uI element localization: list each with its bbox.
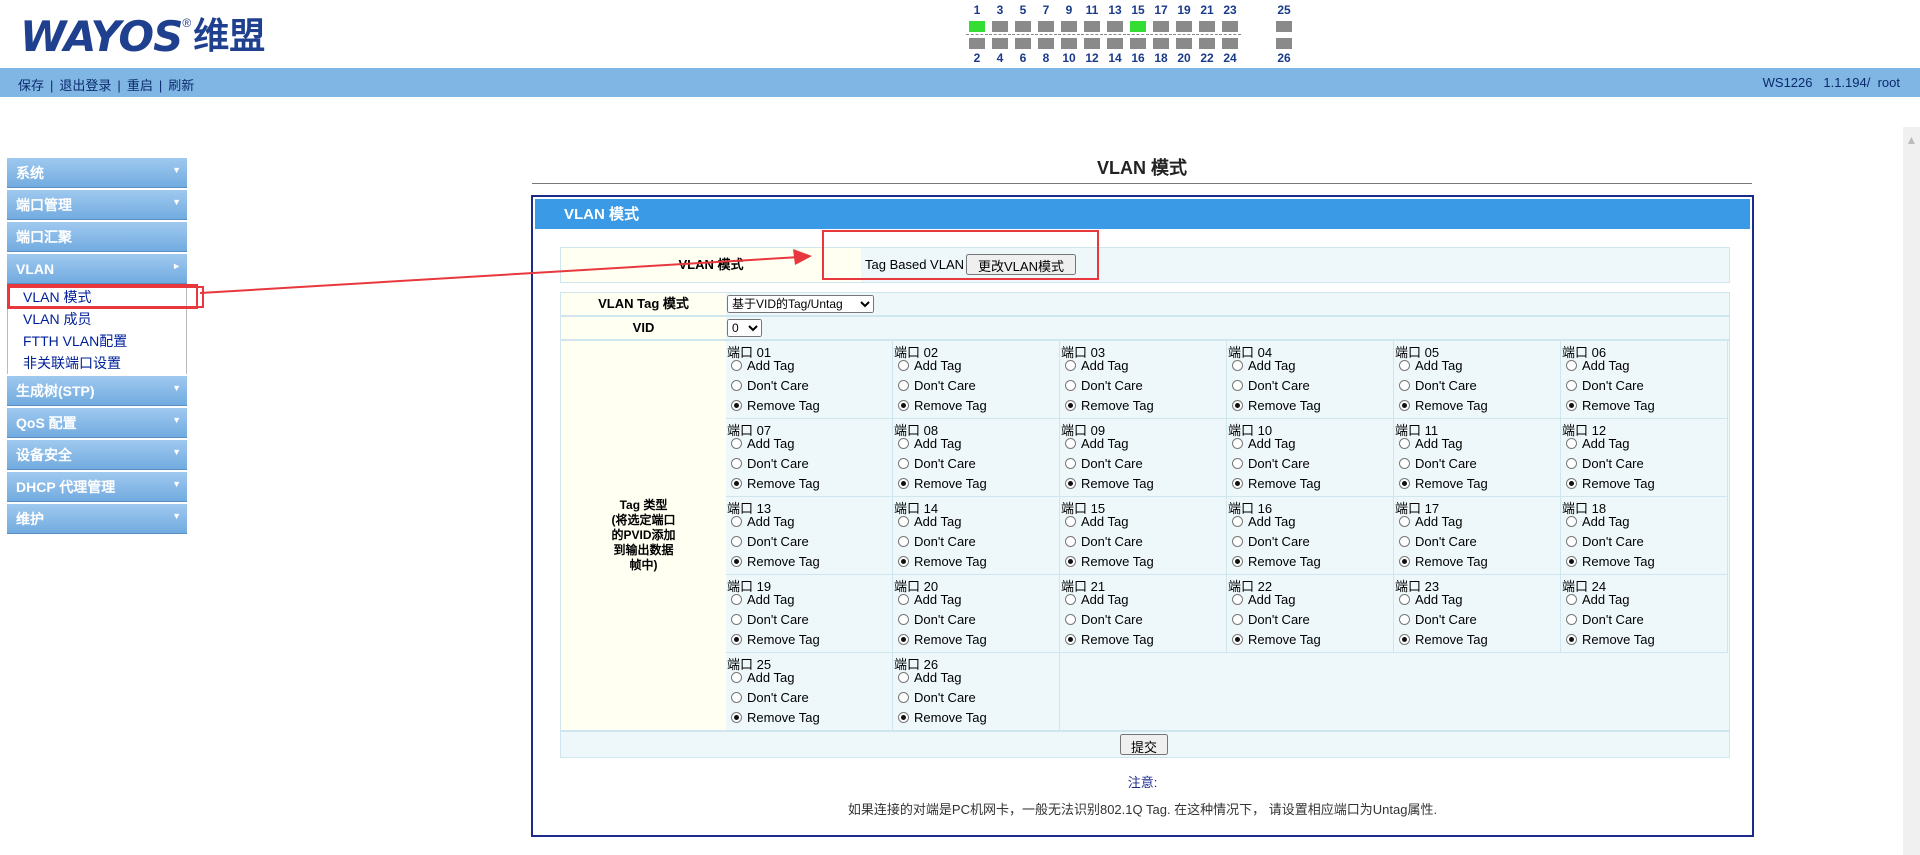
annotation-arrow-layer: [199, 249, 812, 294]
annotation-arrow-head-icon: [793, 249, 812, 265]
annotation-arrow-line: [199, 256, 801, 294]
